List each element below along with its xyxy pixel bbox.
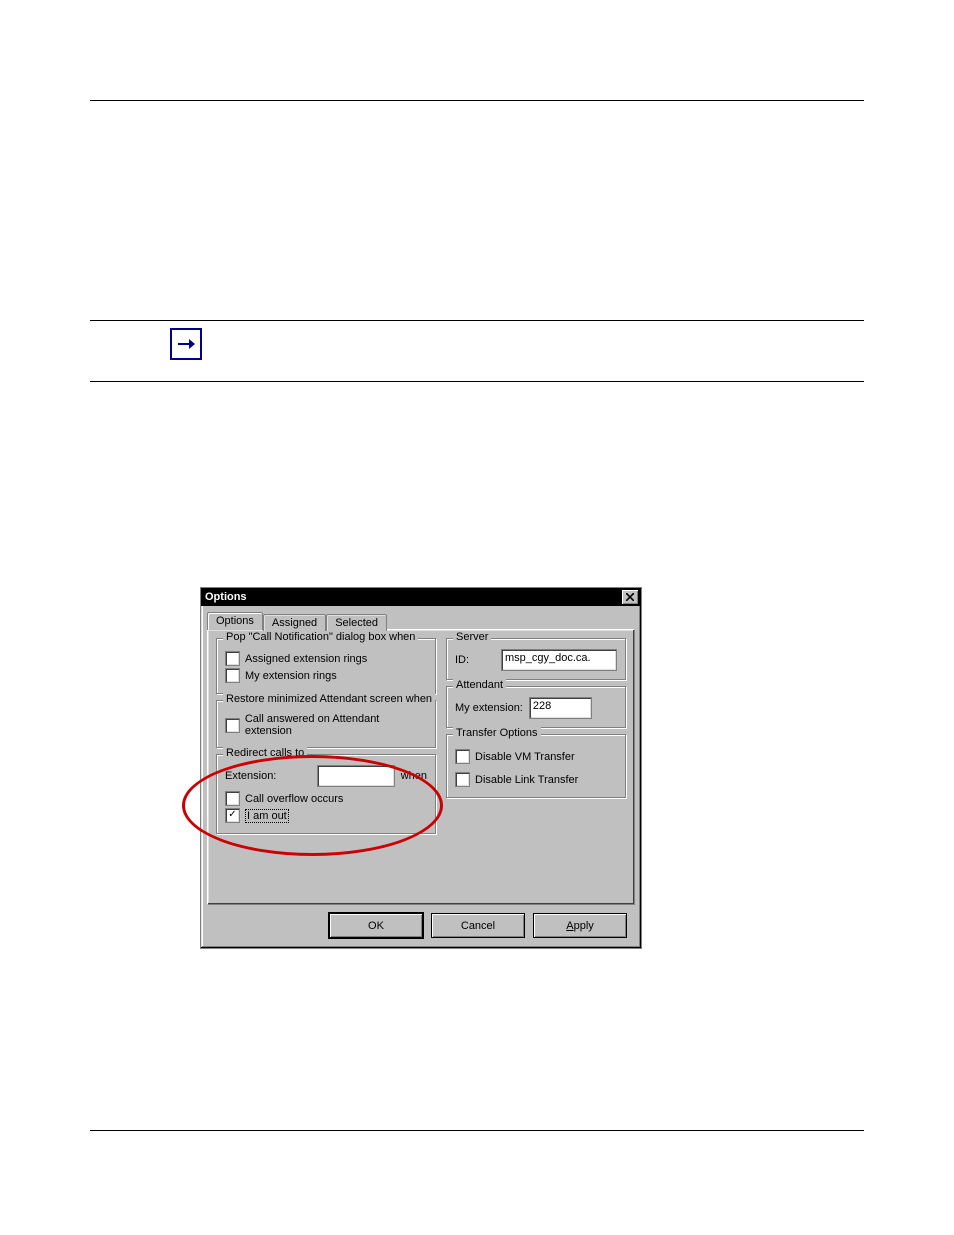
checkbox-label: Disable Link Transfer (475, 774, 578, 786)
checkbox-label: Call overflow occurs (245, 793, 343, 805)
checkbox-disable-vm[interactable] (455, 749, 470, 764)
group-attendant: Attendant My extension: 228 (446, 686, 626, 728)
group-legend: Server (453, 631, 491, 643)
server-id-label: ID: (455, 654, 495, 666)
tab-page-options: Pop "Call Notification" dialog box when … (207, 629, 635, 905)
group-legend: Restore minimized Attendant screen when (223, 693, 435, 705)
group-legend: Attendant (453, 679, 506, 691)
checkbox-label: Assigned extension rings (245, 653, 367, 665)
right-column: Server ID: msp_cgy_doc.ca. Attendant My … (446, 638, 626, 896)
left-column: Pop "Call Notification" dialog box when … (216, 638, 436, 896)
when-label: when (401, 770, 427, 782)
group-legend: Redirect calls to (223, 747, 307, 759)
group-legend: Transfer Options (453, 727, 541, 739)
apply-button[interactable]: Apply (533, 913, 627, 938)
group-redirect-calls: Redirect calls to Extension: when Call o… (216, 754, 436, 834)
checkbox-my-ext-rings[interactable] (225, 668, 240, 683)
tab-assigned[interactable]: Assigned (263, 614, 326, 632)
my-extension-input[interactable]: 228 (529, 697, 592, 719)
checkbox-call-overflow[interactable] (225, 791, 240, 806)
checkbox-label: Disable VM Transfer (475, 751, 575, 763)
redirect-extension-input[interactable] (317, 765, 395, 787)
close-icon (626, 593, 634, 601)
checkbox-call-answered[interactable] (225, 718, 240, 733)
checkbox-assigned-rings[interactable] (225, 651, 240, 666)
cancel-button[interactable]: Cancel (431, 913, 525, 938)
bottom-rule (90, 1130, 864, 1131)
checkbox-label: I am out (245, 809, 289, 823)
extension-label: Extension: (225, 770, 276, 782)
group-transfer-options: Transfer Options Disable VM Transfer Dis… (446, 734, 626, 798)
group-pop-notification: Pop "Call Notification" dialog box when … (216, 638, 436, 694)
group-server: Server ID: msp_cgy_doc.ca. (446, 638, 626, 680)
group-legend: Pop "Call Notification" dialog box when (223, 631, 418, 643)
note-arrow-icon (170, 328, 202, 360)
checkbox-label: Call answered on Attendant extension (245, 713, 427, 737)
title-bar: Options (201, 588, 641, 606)
group-restore-screen: Restore minimized Attendant screen when … (216, 700, 436, 748)
dialog-title: Options (205, 591, 247, 603)
server-id-input[interactable]: msp_cgy_doc.ca. (501, 649, 617, 671)
top-rule (90, 100, 864, 101)
ok-button[interactable]: OK (329, 913, 423, 938)
tab-selected[interactable]: Selected (326, 614, 387, 632)
checkbox-disable-link[interactable] (455, 772, 470, 787)
note-divider-block (90, 320, 864, 382)
my-extension-label: My extension: (455, 702, 523, 714)
checkbox-label: My extension rings (245, 670, 337, 682)
dialog-body: Options Assigned Selected Pop "Call Noti… (201, 606, 641, 911)
tab-bar: Options Assigned Selected (207, 612, 635, 630)
checkbox-i-am-out[interactable] (225, 808, 240, 823)
close-button[interactable] (621, 589, 639, 605)
options-dialog: Options Options Assigned Selected Pop "C… (200, 587, 642, 949)
tab-options[interactable]: Options (207, 612, 263, 630)
dialog-buttons: OK Cancel Apply (329, 913, 627, 938)
